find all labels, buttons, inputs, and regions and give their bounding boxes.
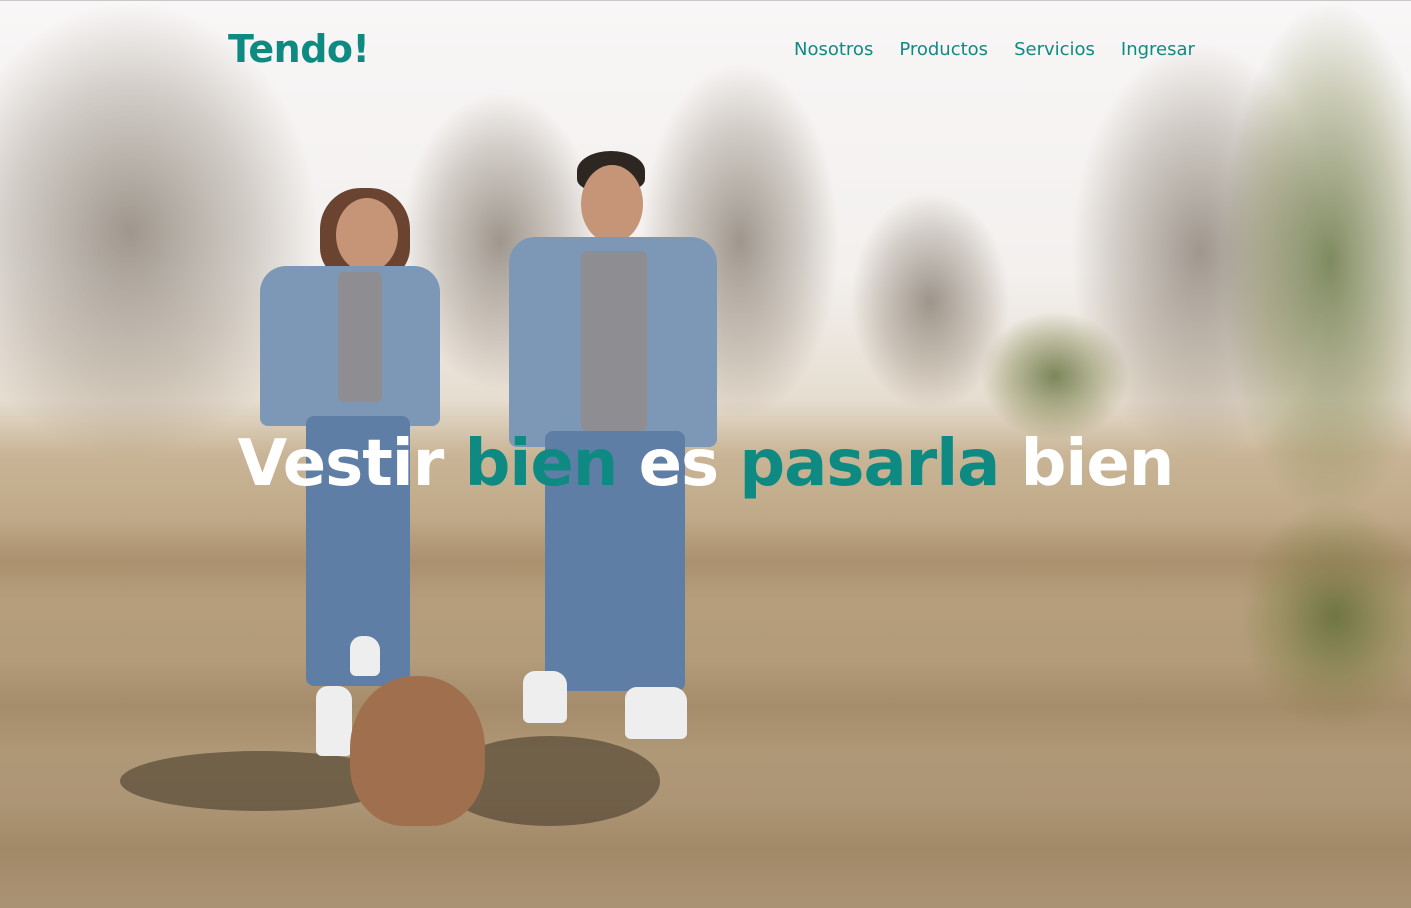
headline-word: bien: [1020, 427, 1175, 501]
headline-word-highlight: pasarla: [739, 427, 1000, 501]
headline-word-highlight: bien: [464, 427, 619, 501]
headline-word: es: [638, 427, 719, 501]
nav-link-servicios[interactable]: Servicios: [1014, 39, 1095, 60]
hero-headline: Vestir bien es pasarla bien: [0, 419, 1411, 509]
grass-band: [0, 801, 1411, 901]
nav-link-productos[interactable]: Productos: [899, 39, 988, 60]
brand-logo[interactable]: Tendo!: [228, 27, 370, 71]
nav-link-ingresar[interactable]: Ingresar: [1121, 39, 1195, 60]
dog-figure: [350, 676, 485, 826]
nav-link-nosotros[interactable]: Nosotros: [794, 39, 873, 60]
headline-word: Vestir: [237, 427, 445, 501]
nav-links: Nosotros Productos Servicios Ingresar: [794, 39, 1195, 60]
navbar: Tendo! Nosotros Productos Servicios Ingr…: [0, 1, 1411, 101]
hero-section: Tendo! Nosotros Productos Servicios Ingr…: [0, 0, 1411, 908]
